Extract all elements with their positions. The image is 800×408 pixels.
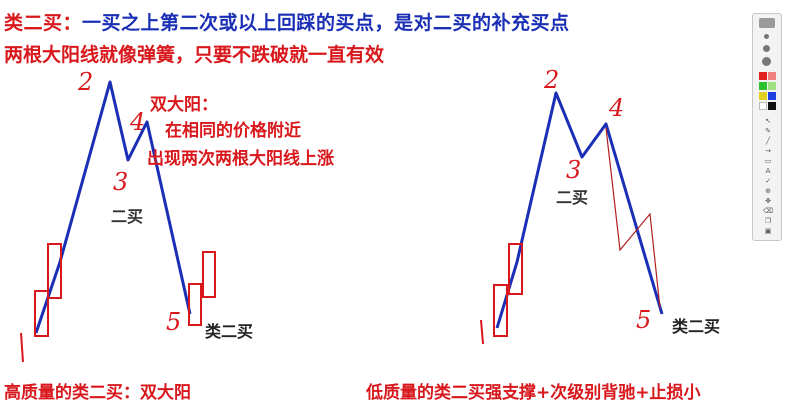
right-candle-1: [493, 284, 508, 337]
right-point-4: 4: [609, 94, 625, 122]
left-point-1-stroke: [20, 332, 24, 363]
left-second-buy-label: 二买: [111, 207, 144, 226]
color-blue-swatch[interactable]: [768, 92, 776, 100]
note-line-1: 在相同的价格附近: [165, 121, 301, 141]
drawing-toolbar[interactable]: ↖ ✎ ╱ → ▭ A ✓ ⊕ ✥ ⌫ ❐ ▣: [752, 13, 782, 241]
rect-tool-icon[interactable]: ▭: [761, 158, 775, 165]
pen-size-medium-icon[interactable]: [763, 45, 770, 52]
color-black-swatch[interactable]: [768, 102, 776, 110]
save-icon[interactable]: ▣: [761, 228, 775, 235]
right-point-5: 5: [636, 306, 652, 334]
left-point-3: 3: [113, 168, 129, 196]
left-candle-3: [188, 283, 202, 326]
eraser-icon[interactable]: ⌫: [761, 208, 775, 215]
color-green-swatch[interactable]: [759, 82, 767, 90]
right-point-1-stroke: [480, 319, 484, 345]
left-class2-buy-label: 类二买: [205, 322, 254, 341]
arrow-tool-icon[interactable]: →: [761, 148, 775, 155]
color-red-swatch[interactable]: [759, 72, 767, 80]
select-tool-icon[interactable]: ↖: [761, 118, 775, 125]
color-yellow-swatch[interactable]: [759, 92, 767, 100]
check-tool-icon[interactable]: ✓: [761, 178, 775, 185]
left-candle-4: [202, 251, 216, 298]
line-tool-icon[interactable]: ╱: [761, 138, 775, 145]
color-lightgreen-swatch[interactable]: [768, 82, 776, 90]
right-point-2: 2: [544, 66, 560, 94]
right-point-3: 3: [566, 156, 582, 184]
left-point-2: 2: [78, 68, 94, 96]
right-class2-buy-label: 类二买: [672, 317, 721, 336]
zoom-tool-icon[interactable]: ⊕: [761, 188, 775, 195]
color-white-swatch[interactable]: [759, 102, 767, 110]
pen-tool-icon[interactable]: ✎: [761, 128, 775, 135]
caption-left: 高质量的类二买：双大阳: [4, 383, 191, 403]
caption-right: 低质量的类二买强支撑+次级别背驰+止损小: [366, 383, 701, 403]
color-pink-swatch[interactable]: [768, 72, 776, 80]
pen-size-small-icon[interactable]: [764, 34, 769, 39]
pen-size-large-icon[interactable]: [762, 57, 771, 66]
right-second-buy-label: 二买: [556, 188, 589, 207]
left-point-5: 5: [166, 308, 182, 336]
copy-icon[interactable]: ❐: [761, 218, 775, 225]
left-point-4: 4: [130, 108, 146, 136]
note-line-2: 出现两次两根大阳线上涨: [147, 149, 334, 169]
move-tool-icon[interactable]: ✥: [761, 198, 775, 205]
logo-icon: [759, 18, 775, 28]
note-title: 双大阳：: [150, 95, 218, 115]
text-tool-icon[interactable]: A: [761, 168, 775, 175]
